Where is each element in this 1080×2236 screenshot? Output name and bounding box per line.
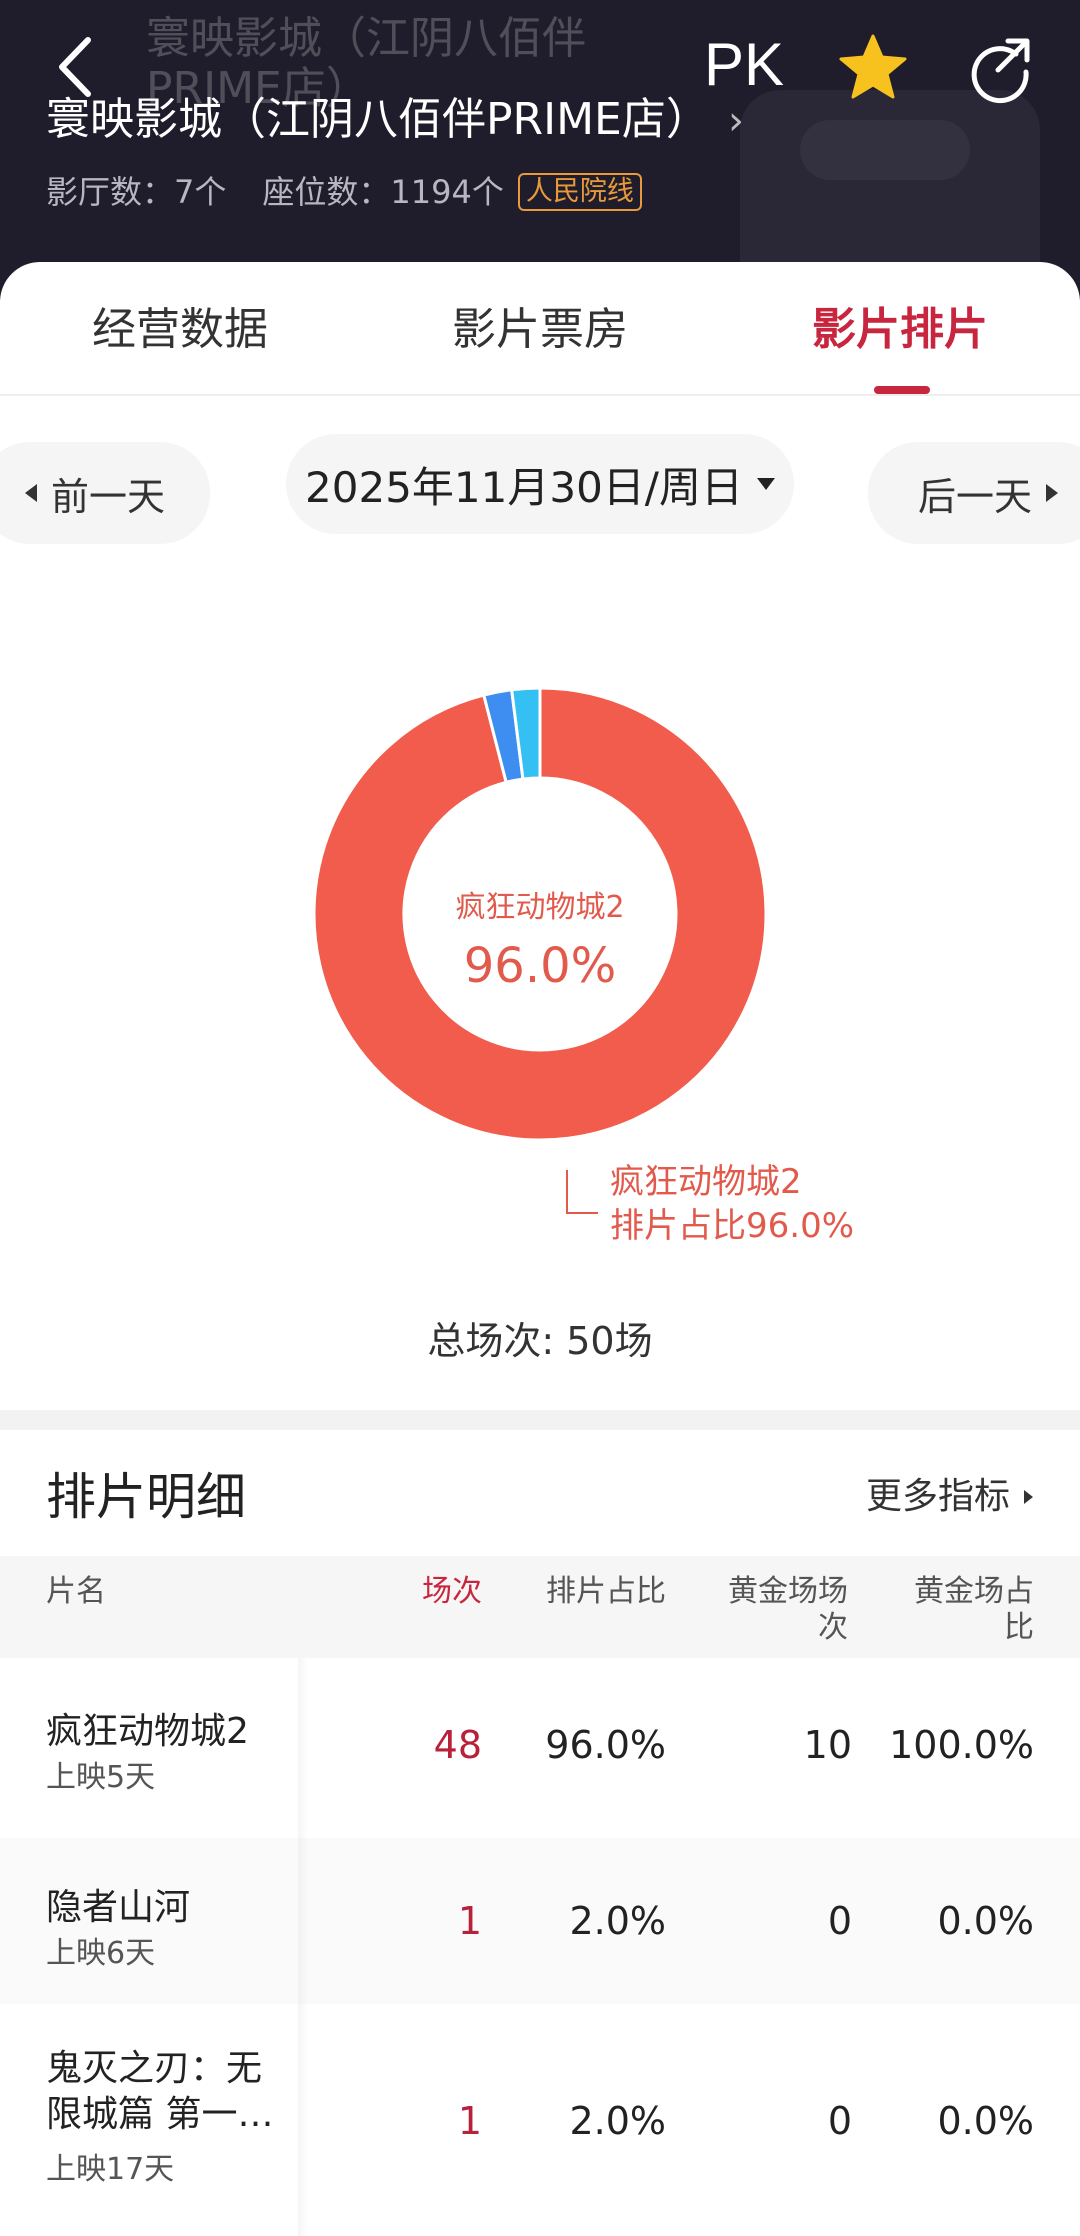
- callout-share: 排片占比96.0%: [610, 1206, 855, 1246]
- gold-sessions-value: 0: [827, 1899, 852, 1943]
- film-days: 上映17天: [46, 2152, 175, 2187]
- tab-operating-data[interactable]: 经营数据: [92, 300, 268, 360]
- gold-share-value: 0.0%: [937, 1899, 1034, 1943]
- hall-count: 影厅数：7个: [46, 173, 227, 211]
- donut-center-value: 96.0%: [463, 938, 617, 994]
- tab-film-box-office[interactable]: 影片票房: [452, 300, 628, 360]
- table-row[interactable]: 疯狂动物城2 上映5天 48 96.0% 10 100.0%: [0, 1658, 1080, 1838]
- share-value: 2.0%: [569, 2099, 666, 2143]
- content-card: 经营数据 影片票房 影片排片 前一天 2025年11月30日/周日 后一天 疯狂…: [0, 262, 1080, 2236]
- total-sessions: 总场次: 50场: [427, 1319, 653, 1363]
- sessions-value: 1: [457, 1899, 482, 1943]
- share-icon[interactable]: [964, 32, 1036, 104]
- col-share[interactable]: 排片占比: [520, 1574, 666, 1610]
- star-icon[interactable]: [838, 32, 908, 102]
- section-divider: [0, 1410, 1080, 1430]
- film-days: 上映6天: [46, 1936, 156, 1971]
- film-days: 上映5天: [46, 1760, 156, 1795]
- date-label: 2025年11月30日/周日: [305, 462, 743, 512]
- callout-leader-line: [566, 1170, 598, 1214]
- section-title: 排片明细: [46, 1468, 246, 1526]
- col-gold-sessions[interactable]: 黄金场场次: [718, 1574, 848, 1646]
- table-header: 片名 场次 排片占比 黄金场场次 黄金场占比: [0, 1556, 1080, 1658]
- active-tab-indicator: [874, 386, 930, 394]
- more-metrics-label: 更多指标: [866, 1476, 1011, 1517]
- prev-day-label: 前一天: [50, 474, 165, 519]
- circuit-badge: 人民院线: [517, 173, 642, 211]
- col-gold-share[interactable]: 黄金场占比: [904, 1574, 1034, 1646]
- film-name: 疯狂动物城2: [46, 1711, 249, 1752]
- triangle-left-icon: [24, 484, 37, 502]
- sessions-value: 48: [433, 1723, 482, 1767]
- triangle-right-icon: [1024, 1490, 1034, 1504]
- seat-count: 座位数：1194个: [262, 173, 504, 211]
- next-day-button[interactable]: 后一天: [868, 442, 1080, 544]
- col-sessions[interactable]: 场次: [370, 1574, 482, 1610]
- chevron-right-icon[interactable]: ›: [728, 98, 744, 144]
- gold-sessions-value: 10: [803, 1723, 852, 1767]
- share-value: 96.0%: [545, 1723, 666, 1767]
- background-seat-image-detail: [800, 120, 970, 180]
- callout-film-name: 疯狂动物城2: [610, 1162, 802, 1202]
- triangle-right-icon: [1046, 484, 1058, 502]
- cinema-meta: 影厅数：7个 座位数：1194个 人民院线: [46, 170, 642, 214]
- sessions-value: 1: [457, 2099, 482, 2143]
- share-value: 2.0%: [569, 1899, 666, 1943]
- triangle-down-icon: [756, 478, 775, 490]
- film-name: 鬼灭之刃：无限城篇 第一…: [46, 2048, 274, 2135]
- gold-share-value: 0.0%: [937, 2099, 1034, 2143]
- film-name: 隐者山河: [46, 1887, 191, 1928]
- gold-sessions-value: 0: [827, 2099, 852, 2143]
- donut-center-label: 疯狂动物城2: [455, 890, 625, 925]
- more-metrics-button[interactable]: 更多指标: [866, 1472, 1034, 1522]
- tab-bar: 经营数据 影片票房 影片排片: [0, 262, 1080, 396]
- cinema-header: 寰映影城（江阴八佰伴PRIME店） PK 寰映影城（江阴八佰伴PRIME店） ›…: [0, 0, 1080, 300]
- table-row[interactable]: 鬼灭之刃：无限城篇 第一… 上映17天 1 2.0% 0 0.0%: [0, 2004, 1080, 2236]
- date-selector[interactable]: 2025年11月30日/周日: [286, 434, 794, 534]
- tab-film-schedule[interactable]: 影片排片: [812, 300, 988, 360]
- pk-button[interactable]: PK: [704, 30, 784, 100]
- prev-day-button[interactable]: 前一天: [0, 442, 210, 544]
- gold-share-value: 100.0%: [889, 1723, 1034, 1767]
- next-day-label: 后一天: [917, 474, 1032, 519]
- cinema-name[interactable]: 寰映影城（江阴八佰伴PRIME店）: [46, 92, 710, 148]
- table-row[interactable]: 隐者山河 上映6天 1 2.0% 0 0.0%: [0, 1838, 1080, 2004]
- col-film-name: 片名: [46, 1574, 106, 1609]
